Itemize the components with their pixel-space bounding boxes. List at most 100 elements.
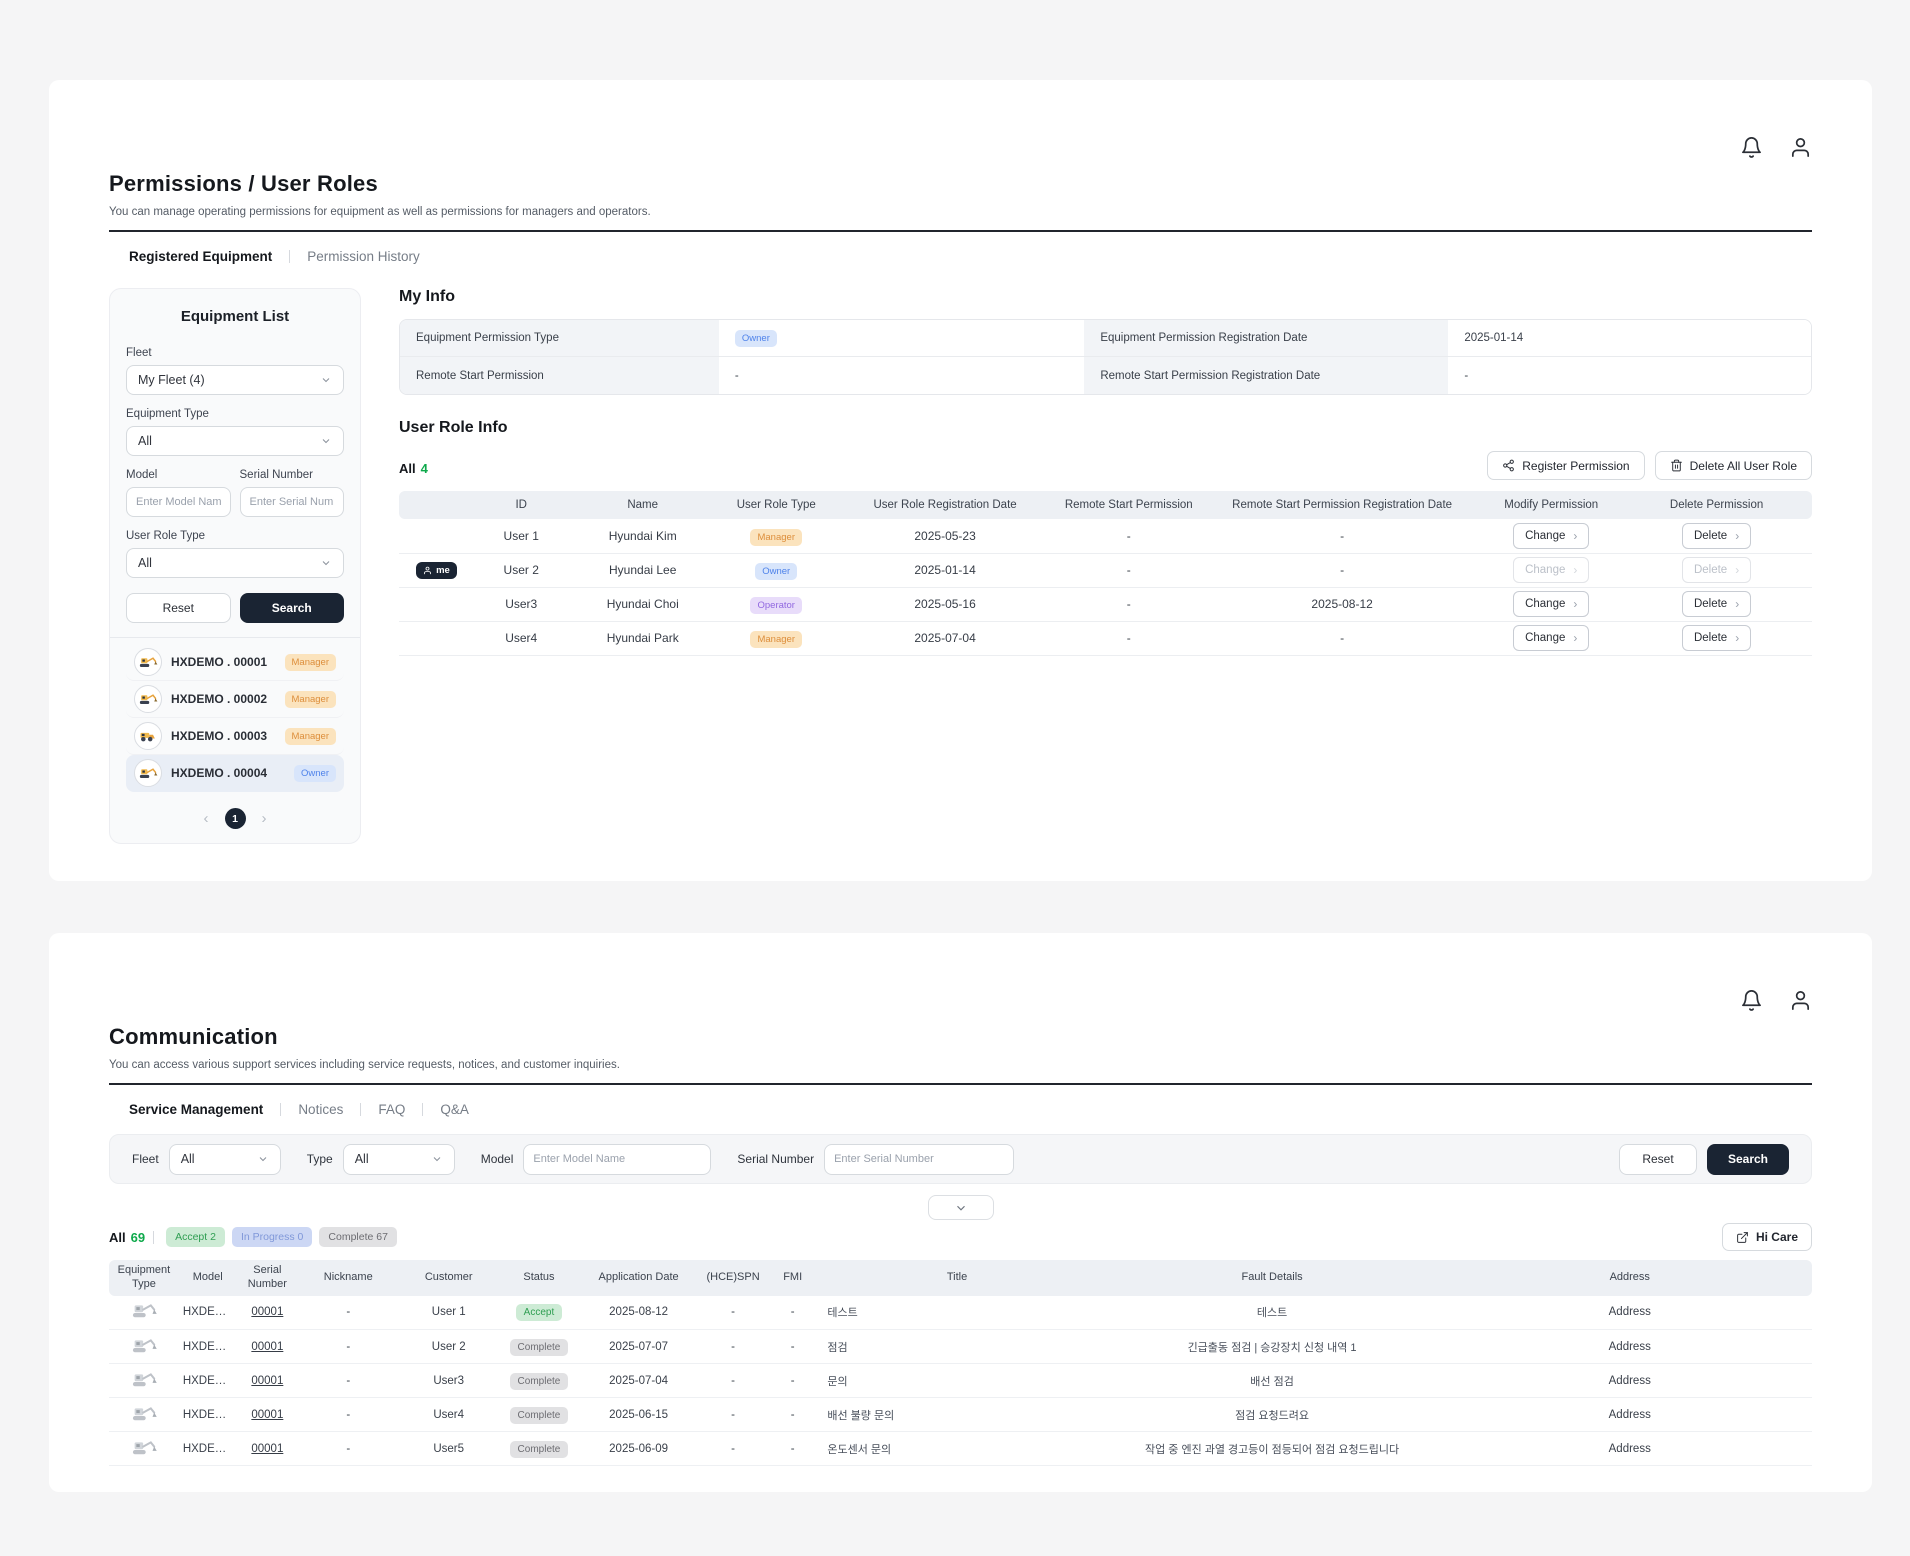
search-button[interactable]: Search [1707,1144,1789,1175]
search-button[interactable]: Search [240,593,345,623]
chevron-down-icon [320,435,332,447]
col-application-date: Application Date [579,1260,698,1296]
delete-button[interactable]: Delete› [1682,591,1751,617]
cell-reg-date: 2025-05-16 [836,587,1055,621]
cell-remote-start-date: - [1203,553,1481,587]
cell-fault-details: 배선 점검 [1097,1364,1448,1398]
pagination-next-icon[interactable]: › [262,811,267,826]
excavator-icon [109,1296,179,1330]
model-label: Model [126,469,231,481]
cell-remote-start: - [1055,587,1203,621]
equipment-list-item[interactable]: HXDEMO . 00003 Manager [126,718,344,755]
summary-divider [153,1231,154,1244]
delete-label: Delete [1694,564,1727,576]
tab-registered-equipment[interactable]: Registered Equipment [129,249,272,264]
cell-name: Hyundai Park [569,621,717,655]
fleet-select[interactable]: All [169,1144,281,1175]
serial-number-link[interactable]: 00001 [251,1341,283,1353]
user-role-type-select[interactable]: All [126,548,344,578]
equipment-list-item[interactable]: HXDEMO . 00002 Manager [126,681,344,718]
serial-number-input[interactable] [240,487,345,517]
col-me [399,491,474,519]
cell-address: Address [1447,1432,1812,1466]
cell-address: Address [1447,1330,1812,1364]
serial-number-link[interactable]: 00001 [251,1409,283,1421]
pagination: ‹ 1 › [126,808,344,829]
serial-number-link[interactable]: 00001 [251,1375,283,1387]
serial-number-input[interactable] [824,1144,1014,1175]
tab-notices[interactable]: Notices [298,1102,343,1117]
delete-button[interactable]: Delete› [1682,625,1751,651]
type-select-value: All [355,1152,369,1166]
table-row: HXDEMO 00001 - User3 Complete 2025-07-04… [109,1364,1812,1398]
cell-model: HXDEMO [179,1432,237,1466]
hi-care-button[interactable]: Hi Care [1722,1223,1812,1251]
col-serial-number: Serial Number [237,1260,298,1296]
role-badge: Manager [285,654,337,671]
cell-id: User3 [474,587,569,621]
communication-panel: Communication You can access various sup… [49,933,1872,1492]
delete-label: Delete [1694,632,1727,644]
communication-tabs: Service Management Notices FAQ Q&A [109,1102,1812,1117]
cell-remote-start: - [1055,621,1203,655]
model-input[interactable] [523,1144,711,1175]
cell-fmi: - [768,1330,817,1364]
col-customer: Customer [398,1260,498,1296]
my-info-value: - [1448,357,1811,394]
permissions-panel: Permissions / User Roles You can manage … [49,80,1872,881]
tab-qna[interactable]: Q&A [440,1102,469,1117]
change-button[interactable]: Change› [1513,523,1589,549]
equipment-type-select[interactable]: All [126,426,344,456]
equipment-type-label: Equipment Type [126,408,344,420]
delete-all-user-role-button[interactable]: Delete All User Role [1655,451,1812,480]
me-label: me [436,565,450,576]
profile-icon[interactable] [1789,136,1812,159]
chevron-right-icon: › [1735,529,1739,543]
pagination-page-1[interactable]: 1 [225,808,246,829]
profile-icon[interactable] [1789,989,1812,1012]
cell-model: HXDEMO [179,1398,237,1432]
table-row: User 1 Hyundai Kim Manager 2025-05-23 - … [399,519,1812,553]
equipment-name: HXDEMO . 00002 [171,692,276,706]
page-title: Communication [109,1024,1812,1050]
cell-spn: - [698,1398,768,1432]
serial-number-link[interactable]: 00001 [251,1443,283,1455]
model-label: Model [481,1152,514,1166]
equipment-list-item-selected[interactable]: HXDEMO . 00004 Owner [126,755,344,792]
change-button[interactable]: Change› [1513,625,1589,651]
notification-bell-icon[interactable] [1740,136,1763,159]
type-select[interactable]: All [343,1144,455,1175]
collapse-filters-button[interactable] [928,1195,994,1220]
reset-button[interactable]: Reset [126,593,231,623]
serial-number-label: Serial Number [240,469,345,481]
cell-spn: - [698,1364,768,1398]
notification-bell-icon[interactable] [1740,989,1763,1012]
role-badge: Manager [285,691,337,708]
col-delete-permission: Delete Permission [1621,491,1812,519]
cell-application-date: 2025-08-12 [579,1296,698,1330]
fleet-select[interactable]: My Fleet (4) [126,365,344,395]
wheel-loader-icon [134,722,162,750]
sidebar-divider [110,637,360,638]
serial-number-label: Serial Number [737,1152,814,1166]
col-user-role-reg-date: User Role Registration Date [836,491,1055,519]
pagination-prev-icon[interactable]: ‹ [204,811,209,826]
tab-service-management[interactable]: Service Management [129,1102,263,1117]
table-header-row: Equipment Type Model Serial Number Nickn… [109,1260,1812,1296]
tab-permission-history[interactable]: Permission History [307,249,420,264]
tab-faq[interactable]: FAQ [378,1102,405,1117]
excavator-icon [109,1432,179,1466]
serial-number-link[interactable]: 00001 [251,1306,283,1318]
change-label: Change [1525,564,1565,576]
cell-fmi: - [768,1432,817,1466]
reset-button[interactable]: Reset [1619,1144,1697,1175]
equipment-list-item[interactable]: HXDEMO . 00001 Manager [126,644,344,681]
register-permission-button[interactable]: Register Permission [1487,451,1644,480]
model-input[interactable] [126,487,231,517]
cell-id: User 1 [474,519,569,553]
change-button[interactable]: Change› [1513,591,1589,617]
cell-title: 점검 [817,1330,1096,1364]
delete-button[interactable]: Delete› [1682,523,1751,549]
col-status: Status [499,1260,579,1296]
tab-divider [289,250,290,263]
